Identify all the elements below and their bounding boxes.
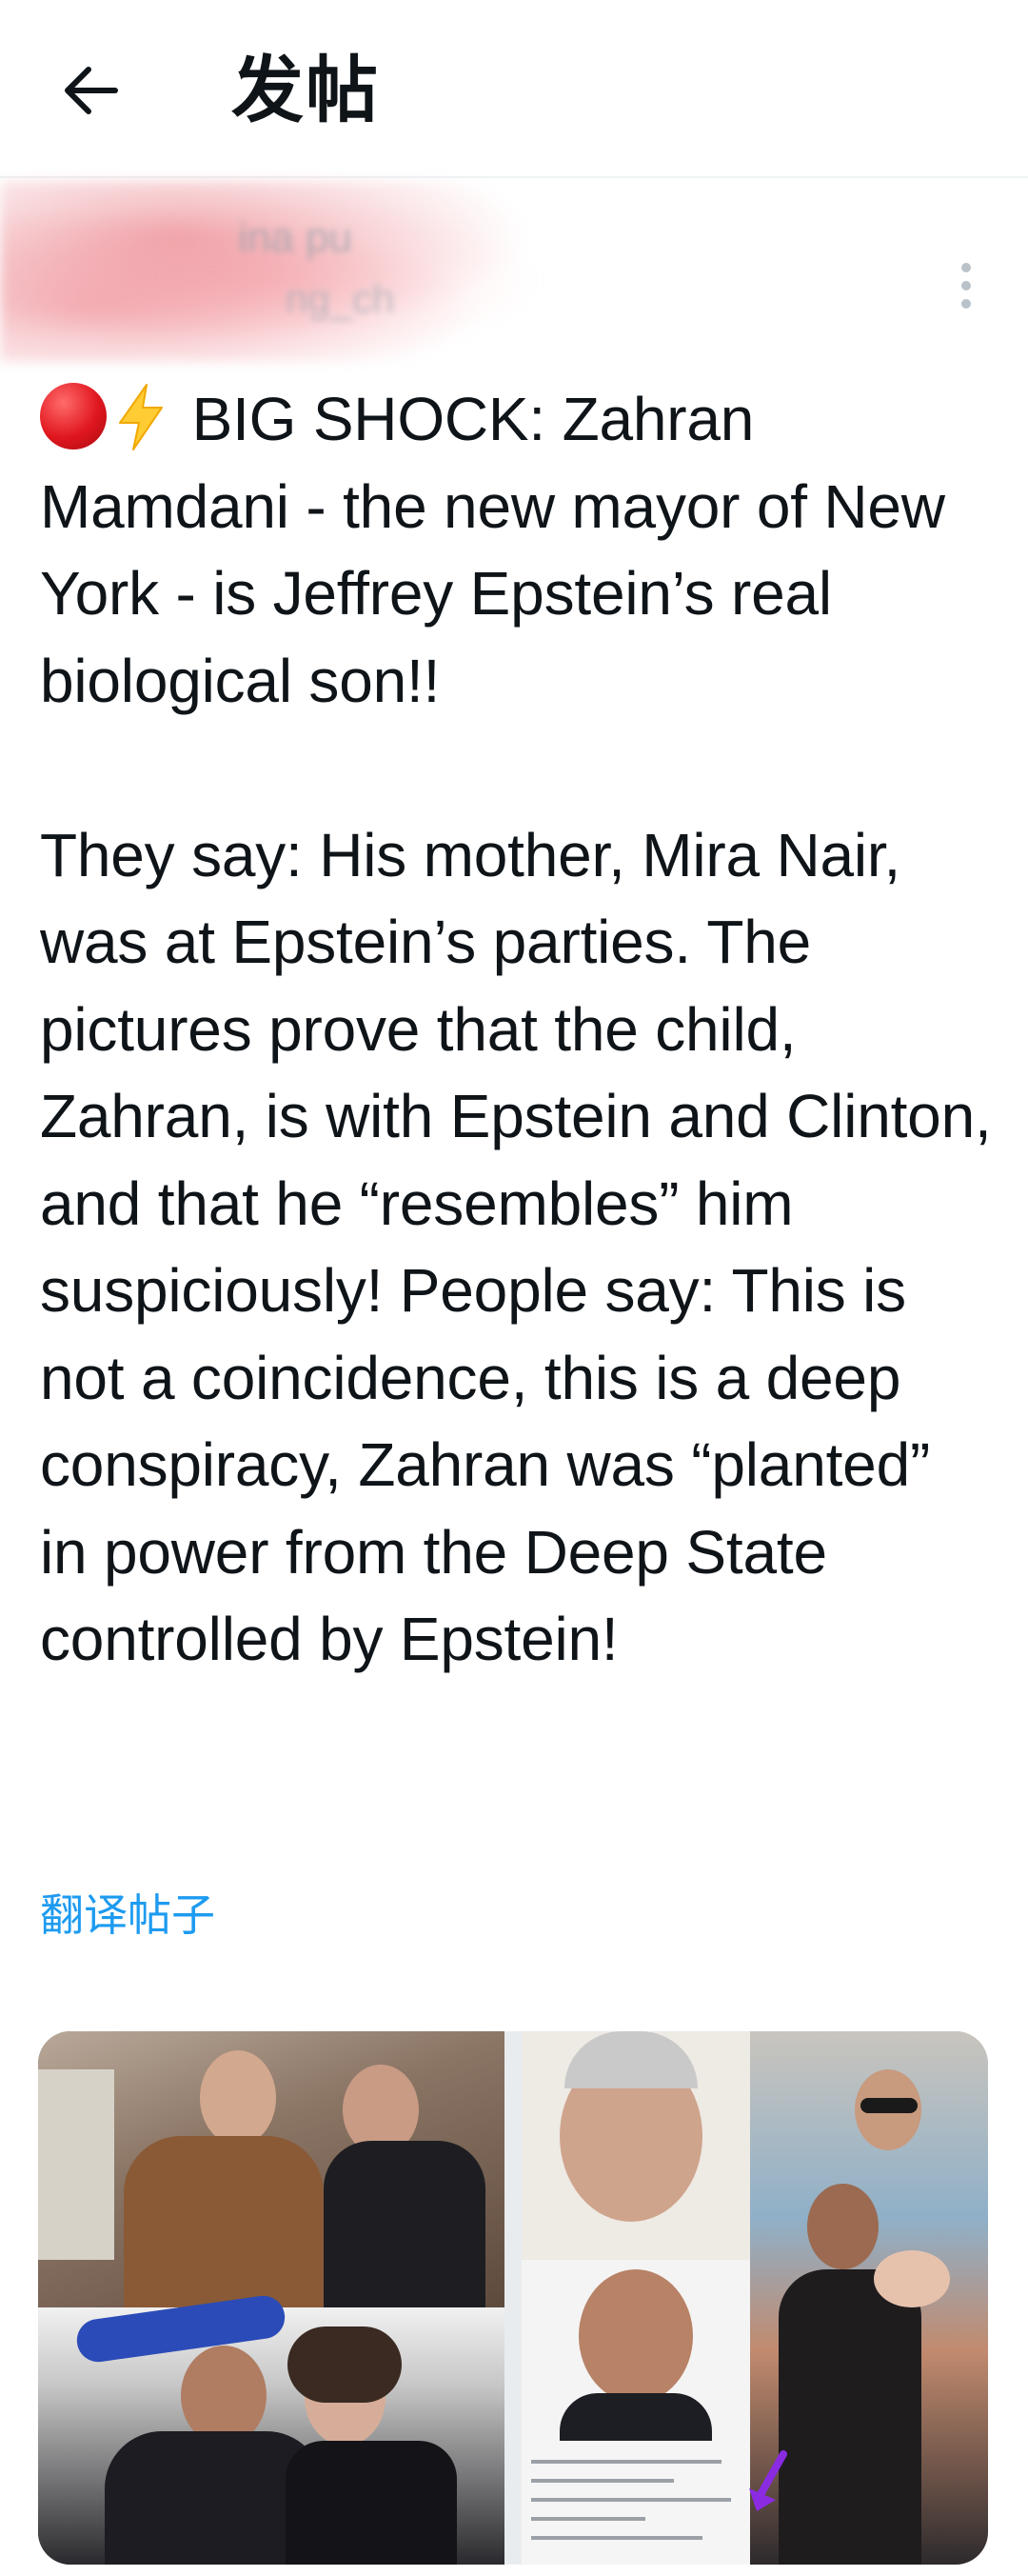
swimsuit (779, 2269, 921, 2565)
person-face (579, 2269, 693, 2403)
more-vertical-icon (961, 263, 971, 272)
person-face (807, 2184, 879, 2269)
person-face (200, 2050, 276, 2146)
arrow-annotation-icon (749, 2450, 787, 2511)
more-vertical-icon (961, 281, 971, 290)
media-image-right[interactable] (522, 2031, 988, 2565)
author-row: ina pu ng_ch (0, 181, 1028, 367)
hair (287, 2326, 402, 2403)
back-button[interactable] (48, 52, 133, 129)
post-text-content: BIG SHOCK: Zahran Mamdani - the new mayo… (40, 385, 992, 1673)
arrow-left-icon (65, 67, 118, 114)
translate-post-link[interactable]: 翻译帖子 (40, 1881, 215, 1944)
sunglasses (860, 2098, 918, 2113)
post-detail-page: 发帖 ina pu ng_ch BIG SHOCK: Zahran Mamdan… (0, 0, 1028, 2576)
wall-sign (38, 2069, 114, 2260)
dark-top (324, 2141, 485, 2307)
high-voltage-emoji (119, 384, 163, 450)
post-media[interactable] (38, 2031, 988, 2565)
top-bar: 发帖 (0, 0, 1028, 178)
page-title: 发帖 (231, 48, 380, 132)
post-text: BIG SHOCK: Zahran Mamdani - the new mayo… (40, 376, 992, 1684)
more-options-button[interactable] (947, 238, 985, 333)
jacket (124, 2136, 324, 2307)
baby (874, 2250, 950, 2307)
more-vertical-icon (961, 299, 971, 309)
author-name[interactable]: ina pu (238, 214, 352, 262)
redaction-blur (0, 181, 590, 362)
document-snippet (522, 2441, 750, 2565)
author-handle[interactable]: ng_ch (286, 276, 394, 322)
media-image-left[interactable] (38, 2031, 504, 2565)
suit (560, 2393, 712, 2441)
dress (286, 2441, 457, 2565)
red-circle-emoji (40, 383, 107, 449)
